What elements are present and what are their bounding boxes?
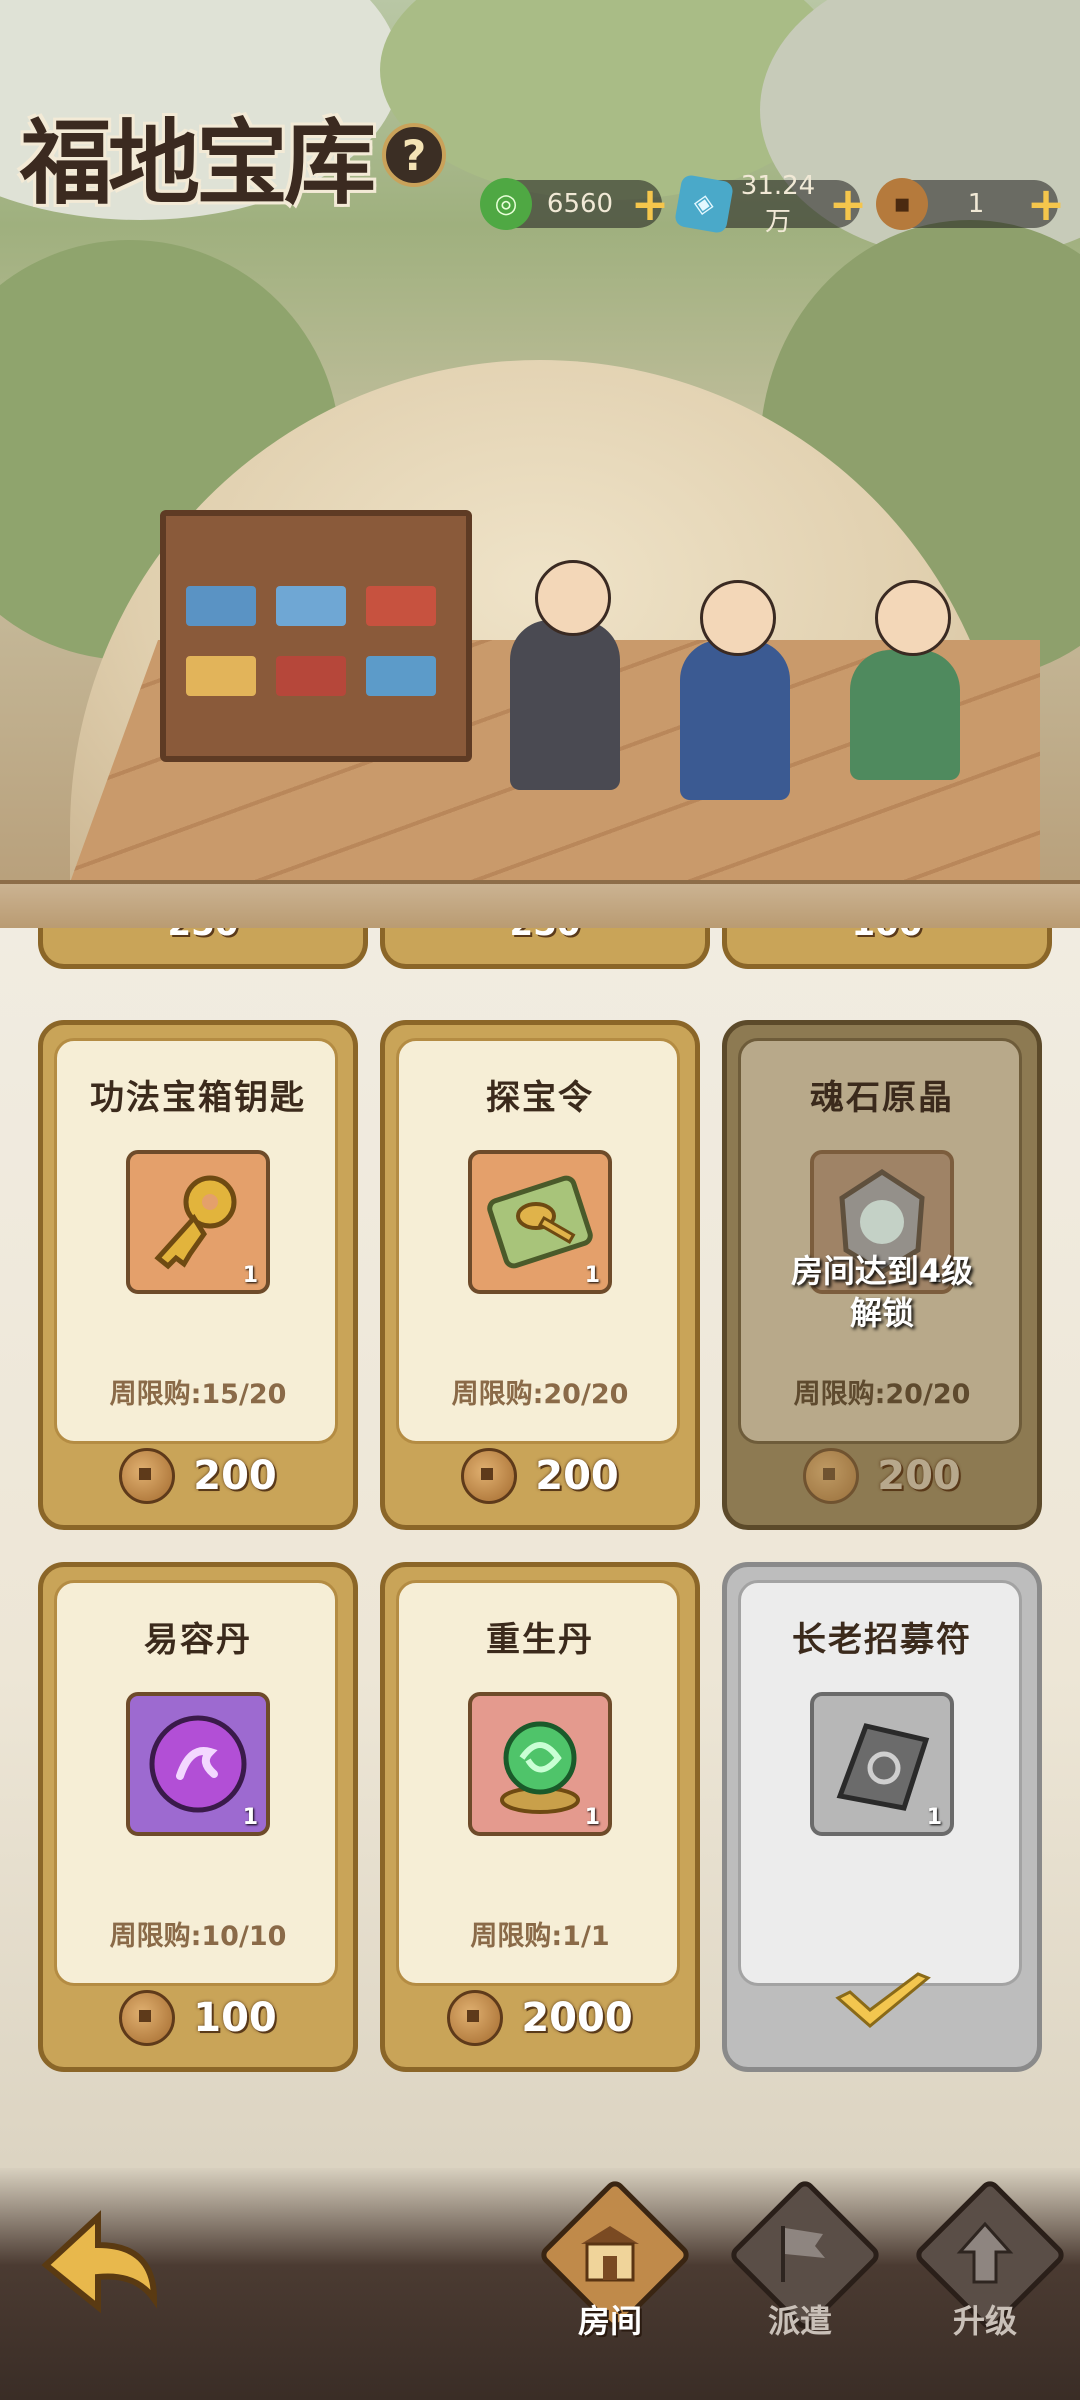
copper-coin-icon — [447, 1990, 504, 2046]
tab-upgrade[interactable]: 升级 — [912, 2177, 1068, 2380]
price-value: 100 — [727, 928, 1047, 944]
copper-coin-icon — [119, 1990, 176, 2046]
purchase-limit: 周限购:10/10 — [109, 1921, 287, 1952]
purchase-limit: 周限购:20/20 — [451, 1379, 629, 1410]
buy-button[interactable]: 200 — [380, 1446, 700, 1506]
back-arrow-icon[interactable] — [36, 2195, 166, 2325]
shelf-box — [186, 586, 256, 626]
tab-label: 派遣 — [767, 2302, 832, 2340]
resource-value: 1 — [967, 189, 985, 219]
character-catgirl[interactable] — [850, 650, 960, 780]
item-quantity: 1 — [242, 1263, 258, 1288]
resource-value: 31.24万 — [740, 170, 816, 237]
shop-item-card-claimed[interactable]: 长老招募符 1 — [722, 1562, 1042, 2072]
shop-item-card-locked[interactable]: 魂石原晶 1 房间达到4级 解锁 周限购:20/20 200 — [722, 1020, 1042, 1530]
shop-item-card[interactable]: 重生丹 1 周限购:1/1 2000 — [380, 1562, 700, 2072]
buy-button[interactable]: 200 — [38, 1446, 358, 1506]
character-taoist[interactable] — [510, 620, 620, 790]
dispatch-flag-icon — [781, 2226, 825, 2282]
item-name: 魂石原晶 — [810, 1078, 954, 1118]
shelf-box — [186, 656, 256, 696]
purchase-limit: 周限购:20/20 — [793, 1379, 971, 1410]
item-name: 重生丹 — [486, 1620, 594, 1660]
item-quantity: 1 — [242, 1805, 258, 1830]
tab-label: 房间 — [577, 2302, 642, 2340]
character-head — [535, 560, 611, 636]
shelf-box — [276, 586, 346, 626]
resource-jade: ◎ 6560 + — [480, 177, 669, 231]
copper-coin-icon: ▪ — [876, 178, 928, 230]
copper-coin-icon — [803, 1448, 860, 1504]
item-name: 功法宝箱钥匙 — [90, 1078, 306, 1118]
plus-icon[interactable]: + — [628, 177, 672, 231]
shelf-box — [276, 656, 346, 696]
upgrade-arrow-icon — [956, 2221, 1014, 2284]
shelf-box — [366, 586, 436, 626]
character-head — [875, 580, 951, 656]
resource-value: 6560 — [546, 189, 614, 219]
item-quantity: 1 — [926, 1805, 942, 1830]
price-value: 200 — [535, 1453, 619, 1499]
buy-button[interactable]: 100 — [38, 1988, 358, 2048]
price-value: 250 — [43, 928, 363, 944]
copper-coin-icon — [461, 1448, 518, 1504]
buy-button: 200 — [722, 1446, 1042, 1506]
shop-item-card[interactable]: 功法宝箱钥匙 1 周限购:15/20 200 — [38, 1020, 358, 1530]
price-value: 2000 — [521, 1995, 633, 2041]
treasure-shelf[interactable] — [160, 510, 472, 762]
shop-item-card[interactable]: 易容丹 1 周限购:10/10 100 — [38, 1562, 358, 2072]
price-value: 200 — [877, 1453, 961, 1499]
partial-card[interactable]: 250 — [380, 928, 710, 969]
tab-dispatch[interactable]: 派遣 — [727, 2177, 883, 2380]
character-swordsman[interactable] — [680, 640, 790, 800]
purple-pill-icon: 1 — [126, 1692, 270, 1836]
item-name: 长老招募符 — [792, 1620, 972, 1660]
resource-crystal: ◈ 31.24万 + — [673, 171, 867, 237]
shop-item-card[interactable]: 探宝令 1 周限购:20/20 200 — [380, 1020, 700, 1530]
plus-icon[interactable]: + — [826, 177, 870, 231]
unlock-requirement: 房间达到4级 解锁 — [790, 1252, 974, 1332]
resource-copper: ▪ 1 + — [876, 177, 1065, 231]
item-name: 探宝令 — [486, 1078, 594, 1118]
price-value: 100 — [193, 1995, 277, 2041]
partial-card[interactable]: 250 — [38, 928, 368, 969]
partial-card[interactable]: 100 — [722, 928, 1052, 969]
purchase-limit: 周限购:1/1 — [470, 1921, 610, 1952]
page-title-group: 福地宝库 ? — [20, 95, 447, 217]
copper-coin-icon — [119, 1448, 176, 1504]
elder-recruit-talisman-icon: 1 — [810, 1692, 954, 1836]
page-title: 福地宝库 — [20, 108, 376, 217]
tab-room[interactable]: 房间 — [537, 2177, 693, 2380]
checkmark-icon — [835, 1972, 931, 2028]
buy-button[interactable]: 2000 — [380, 1988, 700, 2048]
purchase-limit: 周限购:15/20 — [109, 1379, 287, 1410]
character-head — [700, 580, 776, 656]
golden-key-icon: 1 — [126, 1150, 270, 1294]
price-value: 250 — [385, 928, 705, 944]
jade-coin-icon: ◎ — [480, 178, 532, 230]
shelf-box — [366, 656, 436, 696]
item-quantity: 1 — [584, 1263, 600, 1288]
question-icon[interactable]: ? — [382, 123, 447, 187]
shop-panel[interactable]: 250 250 100 功法宝箱钥匙 1 周限购:15/20 200 探宝令 — [0, 928, 1080, 2168]
item-name: 易容丹 — [144, 1620, 252, 1660]
green-rebirth-pill-icon: 1 — [468, 1692, 612, 1836]
spirit-crystal-icon: ◈ — [673, 173, 735, 235]
item-quantity: 1 — [584, 1805, 600, 1830]
treasure-token-icon: 1 — [468, 1150, 612, 1294]
price-value: 200 — [193, 1453, 277, 1499]
plus-icon[interactable]: + — [1024, 177, 1068, 231]
room-icon — [581, 2226, 639, 2282]
tab-label: 升级 — [952, 2302, 1017, 2340]
